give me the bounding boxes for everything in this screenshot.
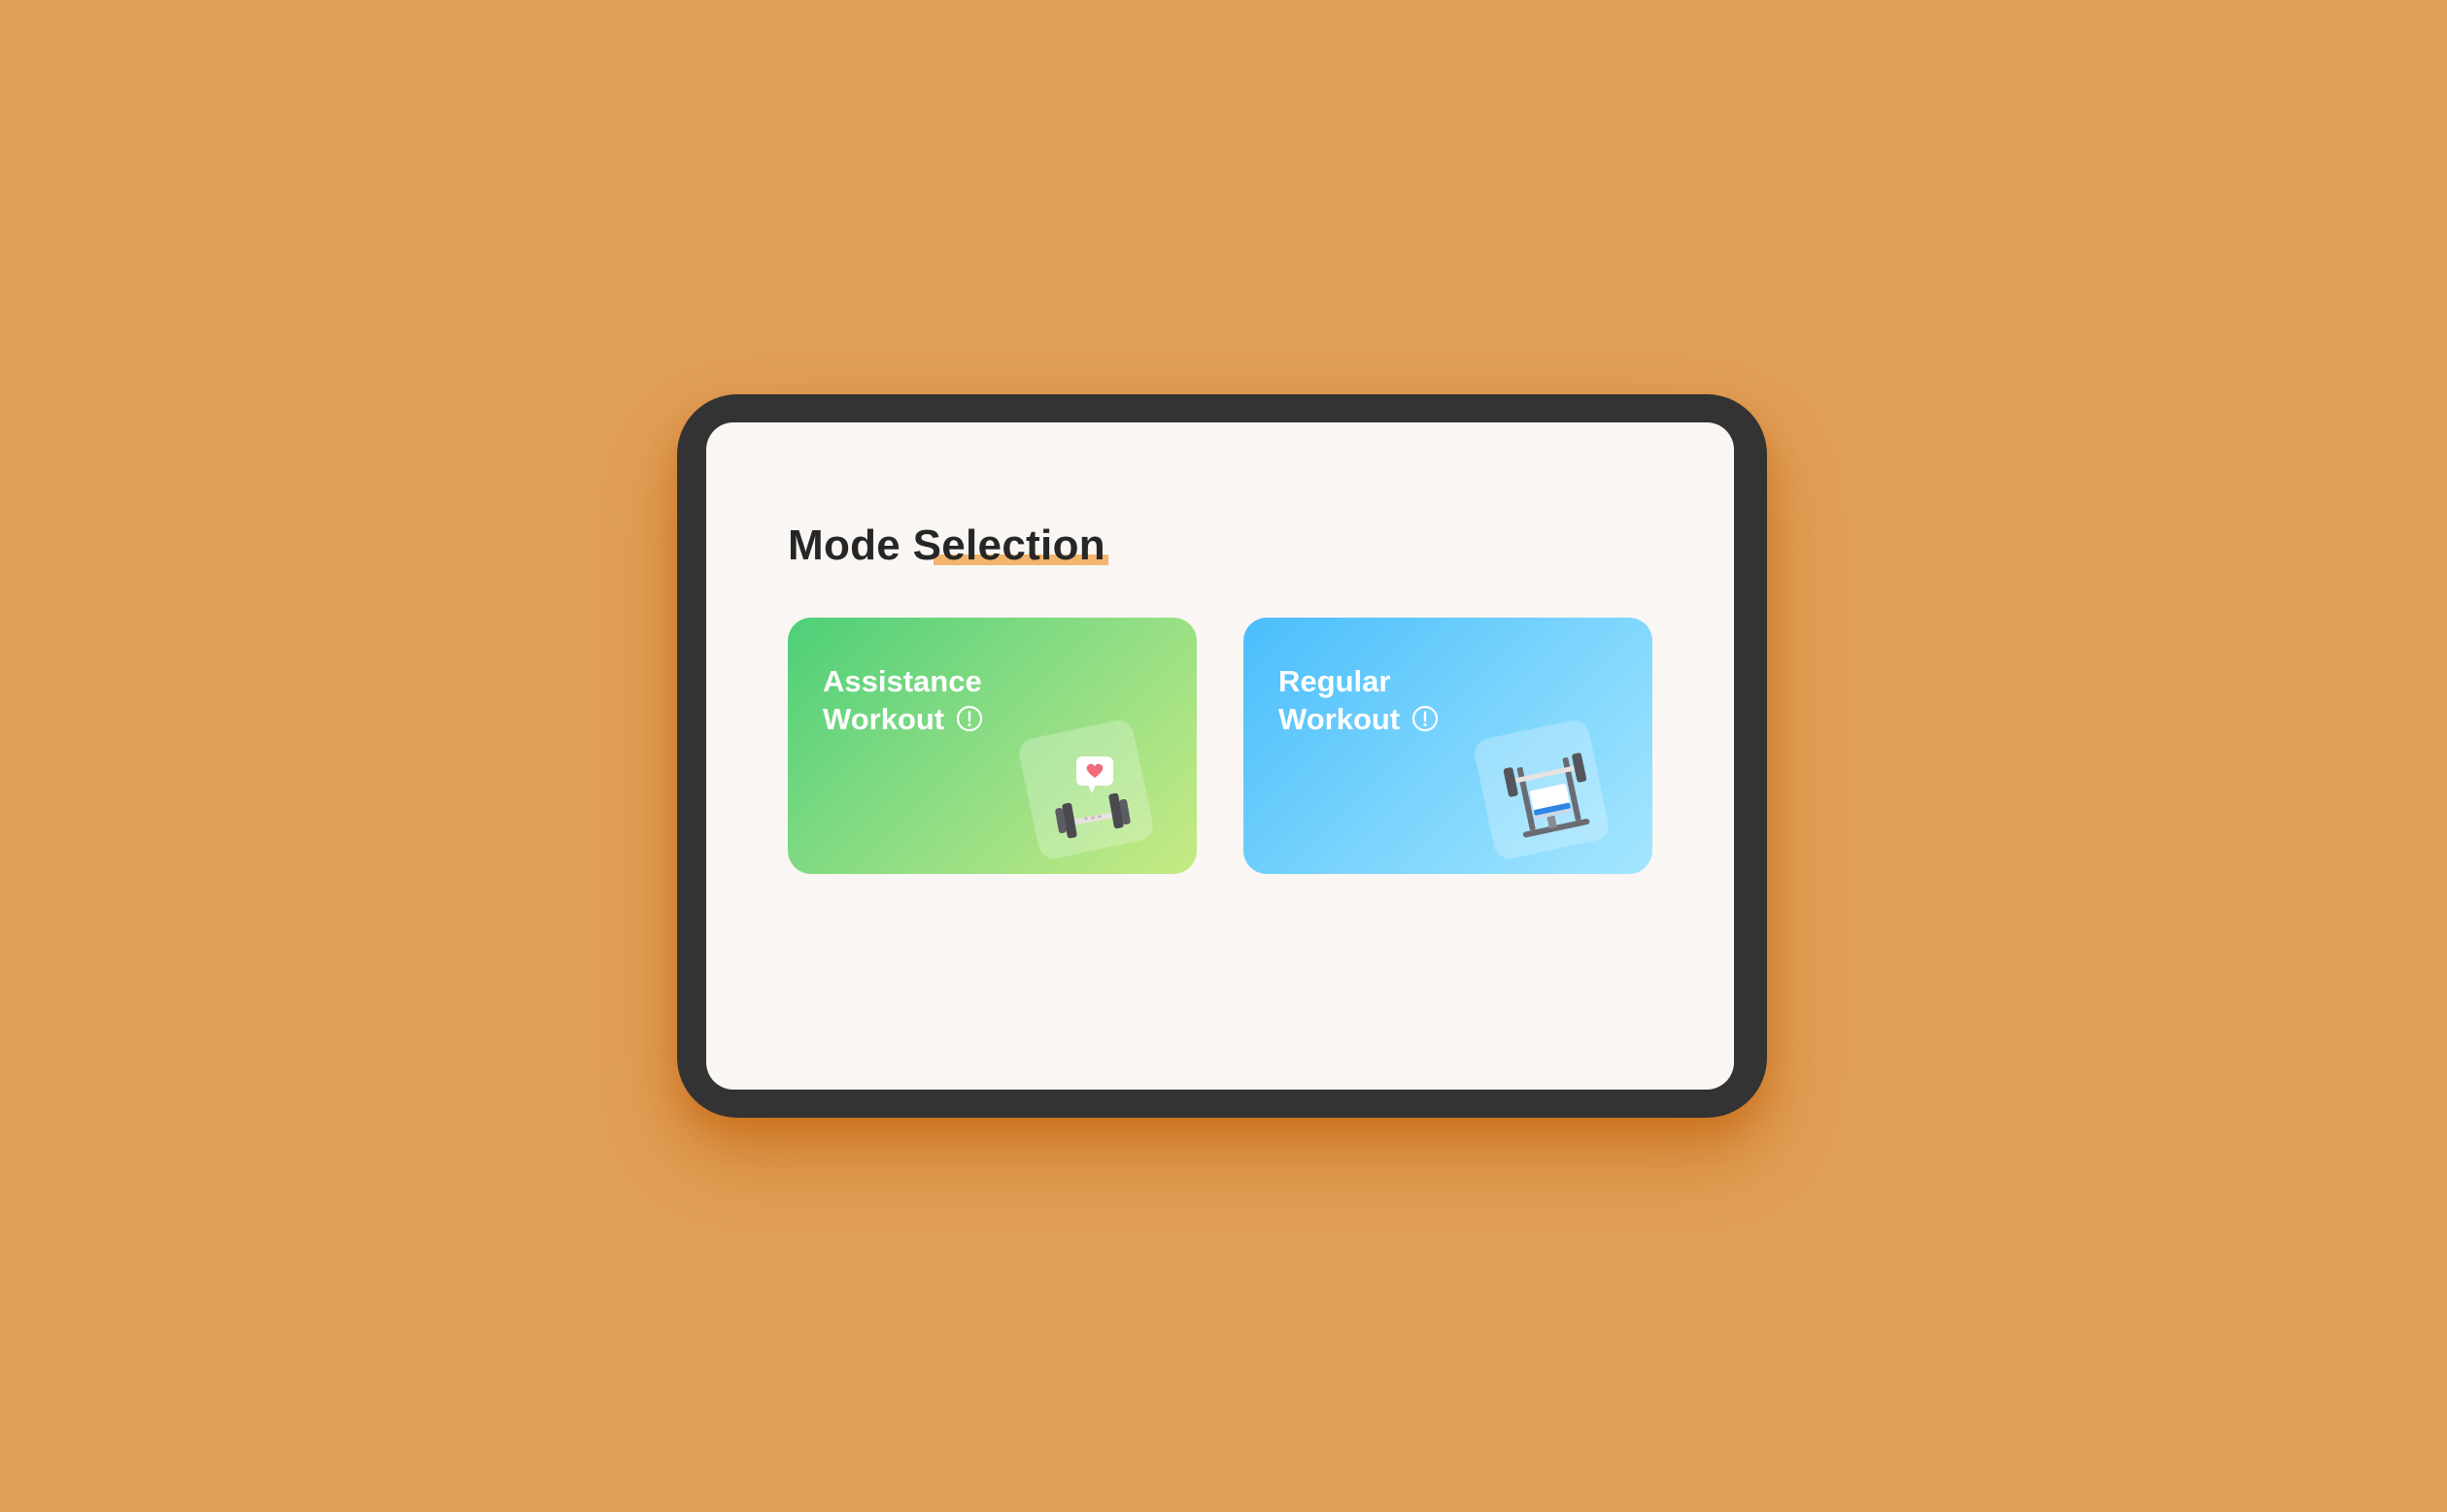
page-title: Mode Selection (788, 521, 1105, 569)
dumbbell-heart-icon (1055, 756, 1131, 839)
regular-workout-title-line2: Workout (1278, 702, 1401, 736)
regular-workout-title: Regular Workout (1278, 662, 1439, 738)
tablet-device: Mode Selection Assistance Workout Regula… (677, 394, 1767, 1118)
tablet-screen: Mode Selection Assistance Workout Regula… (706, 422, 1734, 1090)
assistance-workout-card[interactable]: Assistance Workout (788, 618, 1197, 874)
info-circle-icon[interactable] (956, 705, 983, 732)
regular-workout-card[interactable]: Regular Workout (1243, 618, 1652, 874)
assistance-workout-title: Assistance Workout (823, 662, 983, 738)
assistance-workout-title-line1: Assistance (823, 664, 982, 698)
info-circle-icon[interactable] (1411, 705, 1439, 732)
bench-press-icon (1503, 753, 1590, 838)
regular-workout-title-line2-wrap: Workout (1278, 700, 1439, 738)
assistance-workout-title-line2-wrap: Workout (823, 700, 983, 738)
regular-workout-title-line1: Regular (1278, 664, 1391, 698)
assistance-workout-title-line2: Workout (823, 702, 945, 736)
